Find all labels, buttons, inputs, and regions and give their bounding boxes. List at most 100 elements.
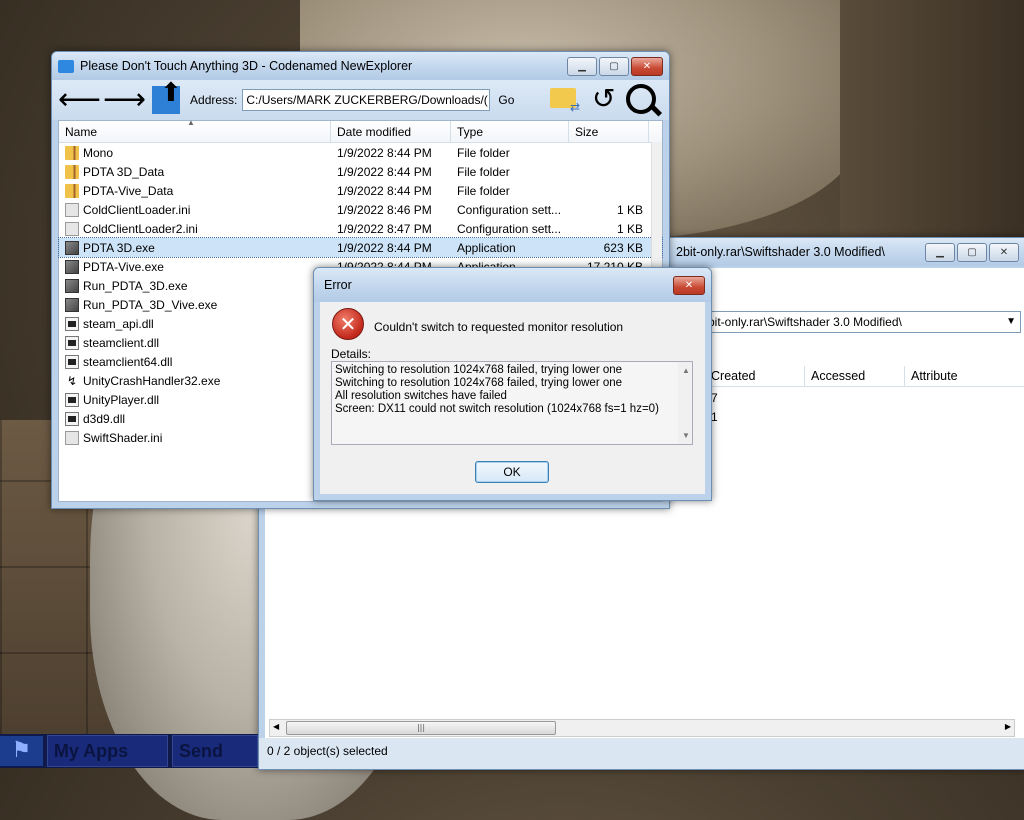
explorer-titlebar[interactable]: Please Don't Touch Anything 3D - Codenam… bbox=[52, 52, 669, 80]
file-name: steam_api.dll bbox=[83, 316, 154, 331]
details-line: Switching to resolution 1024x768 failed,… bbox=[335, 377, 623, 389]
horizontal-scrollbar[interactable]: ◀ ||| ▶ bbox=[269, 719, 1015, 737]
file-name-cell: UnityPlayer.dll bbox=[59, 392, 331, 407]
maximize-button[interactable]: ▢ bbox=[957, 242, 987, 262]
file-name-cell: Mono bbox=[59, 145, 331, 160]
scroll-left-icon[interactable]: ◀ bbox=[273, 722, 279, 731]
dll-icon bbox=[65, 316, 79, 331]
file-name: steamclient64.dll bbox=[83, 354, 173, 369]
column-attribute[interactable]: Attribute bbox=[905, 366, 1024, 386]
error-dialog[interactable]: Error ✕ ✕ Couldn't switch to requested m… bbox=[313, 267, 712, 501]
file-name: steamclient.dll bbox=[83, 335, 160, 350]
column-name[interactable]: Name ▲ bbox=[59, 118, 331, 142]
table-row[interactable]: ColdClientLoader.ini 1/9/2022 8:46 PM Conf… bbox=[59, 200, 662, 219]
table-row[interactable]: PDTA-Vive_Data 1/9/2022 8:44 PM File folde… bbox=[59, 181, 662, 200]
file-date: 1/9/2022 8:46 PM bbox=[337, 202, 432, 217]
minimize-button[interactable]: ▁ bbox=[925, 242, 955, 262]
details-line: Switching to resolution 1024x768 failed,… bbox=[335, 364, 623, 376]
column-date[interactable]: Date modified bbox=[331, 121, 451, 142]
dll-icon bbox=[65, 335, 79, 350]
minimize-button[interactable]: ▁ bbox=[567, 56, 597, 76]
folder-icon bbox=[65, 164, 79, 179]
dll-icon bbox=[65, 354, 79, 369]
folder-sync-icon[interactable] bbox=[550, 88, 580, 114]
column-created[interactable]: Created bbox=[705, 366, 805, 386]
file-name-cell: Run_PDTA_3D_Vive.exe bbox=[59, 297, 331, 312]
file-size: 1 KB bbox=[616, 221, 643, 236]
table-row[interactable]: Mono 1/9/2022 8:44 PM File folder bbox=[59, 143, 662, 162]
file-type: Configuration sett... bbox=[457, 202, 562, 217]
file-name: UnityCrashHandler32.exe bbox=[83, 373, 221, 388]
error-body: ✕ Couldn't switch to requested monitor r… bbox=[320, 302, 705, 494]
file-list-header: Name ▲ Date modified Type Size bbox=[59, 118, 662, 143]
table-row[interactable]: PDTA 3D_Data 1/9/2022 8:44 PM File folder bbox=[59, 162, 662, 181]
scroll-thumb[interactable]: ||| bbox=[286, 721, 556, 735]
exe-icon bbox=[65, 240, 79, 255]
chevron-down-icon[interactable]: ▼ bbox=[488, 95, 490, 105]
list-item[interactable]: 1 bbox=[711, 410, 718, 424]
file-name-cell: PDTA-Vive.exe bbox=[59, 259, 331, 274]
ini-file-icon bbox=[65, 430, 79, 445]
address-value: C:/Users/MARK ZUCKERBERG/Downloads/( bbox=[246, 93, 488, 107]
file-name-cell: PDTA-Vive_Data bbox=[59, 183, 331, 198]
file-date: 1/9/2022 8:44 PM bbox=[337, 145, 432, 160]
file-name-cell: ColdClientLoader.ini bbox=[59, 202, 331, 217]
address-label: Address: bbox=[190, 93, 238, 107]
file-type: File folder bbox=[457, 164, 510, 179]
go-button[interactable]: Go bbox=[498, 93, 514, 107]
ini-file-icon bbox=[65, 202, 79, 217]
error-title: Error bbox=[324, 278, 352, 292]
scroll-up-icon[interactable]: ▲ bbox=[682, 364, 690, 377]
sort-arrow-icon: ▲ bbox=[187, 118, 195, 127]
error-message: Couldn't switch to requested monitor res… bbox=[374, 320, 624, 334]
file-name-cell: steamclient.dll bbox=[59, 335, 331, 350]
folder-icon bbox=[65, 145, 79, 160]
table-row[interactable]: PDTA 3D.exe 1/9/2022 8:44 PM Application 62… bbox=[58, 237, 663, 258]
file-date: 1/9/2022 8:44 PM bbox=[337, 183, 432, 198]
error-titlebar[interactable]: Error ✕ bbox=[314, 268, 711, 302]
file-name: PDTA 3D.exe bbox=[83, 240, 155, 255]
taskbar-item[interactable]: My Apps bbox=[46, 735, 168, 767]
file-name-cell: PDTA 3D_Data bbox=[59, 164, 331, 179]
file-name: ColdClientLoader.ini bbox=[83, 202, 191, 217]
column-accessed[interactable]: Accessed bbox=[805, 366, 905, 386]
search-icon[interactable] bbox=[626, 84, 656, 114]
column-type[interactable]: Type bbox=[451, 121, 569, 142]
file-name-cell: ColdClientLoader2.ini bbox=[59, 221, 331, 236]
dll-icon bbox=[65, 392, 79, 407]
scroll-down-icon[interactable]: ▼ bbox=[682, 429, 690, 442]
maximize-button[interactable]: ▢ bbox=[599, 56, 629, 76]
file-size: 1 KB bbox=[616, 202, 643, 217]
details-line: Screen: DX11 could not switch resolution… bbox=[335, 403, 659, 415]
start-button[interactable]: ⚑ bbox=[0, 736, 43, 766]
file-name-cell: SwiftShader.ini bbox=[59, 430, 331, 445]
taskbar-item[interactable]: Send bbox=[171, 735, 258, 767]
table-row[interactable]: ColdClientLoader2.ini 1/9/2022 8:47 PM Con… bbox=[59, 219, 662, 238]
folder-icon bbox=[65, 183, 79, 198]
close-button[interactable]: ✕ bbox=[989, 242, 1019, 262]
history-icon[interactable]: ↺ bbox=[592, 84, 615, 114]
file-name: d3d9.dll bbox=[83, 411, 126, 426]
dll-icon bbox=[65, 411, 79, 426]
status-bar: 0 / 2 object(s) selected bbox=[259, 738, 1024, 769]
address-input[interactable]: C:/Users/MARK ZUCKERBERG/Downloads/( ▼ bbox=[242, 89, 491, 111]
details-scrollbar[interactable]: ▲ ▼ bbox=[678, 362, 692, 444]
up-folder-button[interactable]: ⬆ bbox=[152, 78, 182, 114]
back-arrow-icon[interactable]: ⟵ bbox=[58, 85, 101, 115]
column-size[interactable]: Size bbox=[569, 121, 649, 142]
details-textbox[interactable]: Switching to resolution 1024x768 failed,… bbox=[331, 361, 693, 445]
file-name: ColdClientLoader2.ini bbox=[83, 221, 198, 236]
explorer-title: Please Don't Touch Anything 3D - Codenam… bbox=[80, 59, 413, 73]
file-name-cell: steamclient64.dll bbox=[59, 354, 331, 369]
forward-arrow-icon[interactable]: ⟶ bbox=[103, 85, 146, 115]
ok-button[interactable]: OK bbox=[475, 461, 549, 483]
file-name: Mono bbox=[83, 145, 114, 160]
list-item[interactable]: 7 bbox=[711, 391, 718, 405]
file-date: 1/9/2022 8:44 PM bbox=[337, 240, 432, 255]
scroll-right-icon[interactable]: ▶ bbox=[1005, 722, 1011, 731]
swiftshader-address-field[interactable]: bit-only.rar\Swiftshader 3.0 Modified\ ▼ bbox=[705, 311, 1021, 333]
chevron-down-icon[interactable]: ▼ bbox=[1006, 312, 1016, 332]
close-button[interactable]: ✕ bbox=[673, 275, 705, 295]
close-button[interactable]: ✕ bbox=[631, 56, 663, 76]
file-name-cell: Run_PDTA_3D.exe bbox=[59, 278, 331, 293]
